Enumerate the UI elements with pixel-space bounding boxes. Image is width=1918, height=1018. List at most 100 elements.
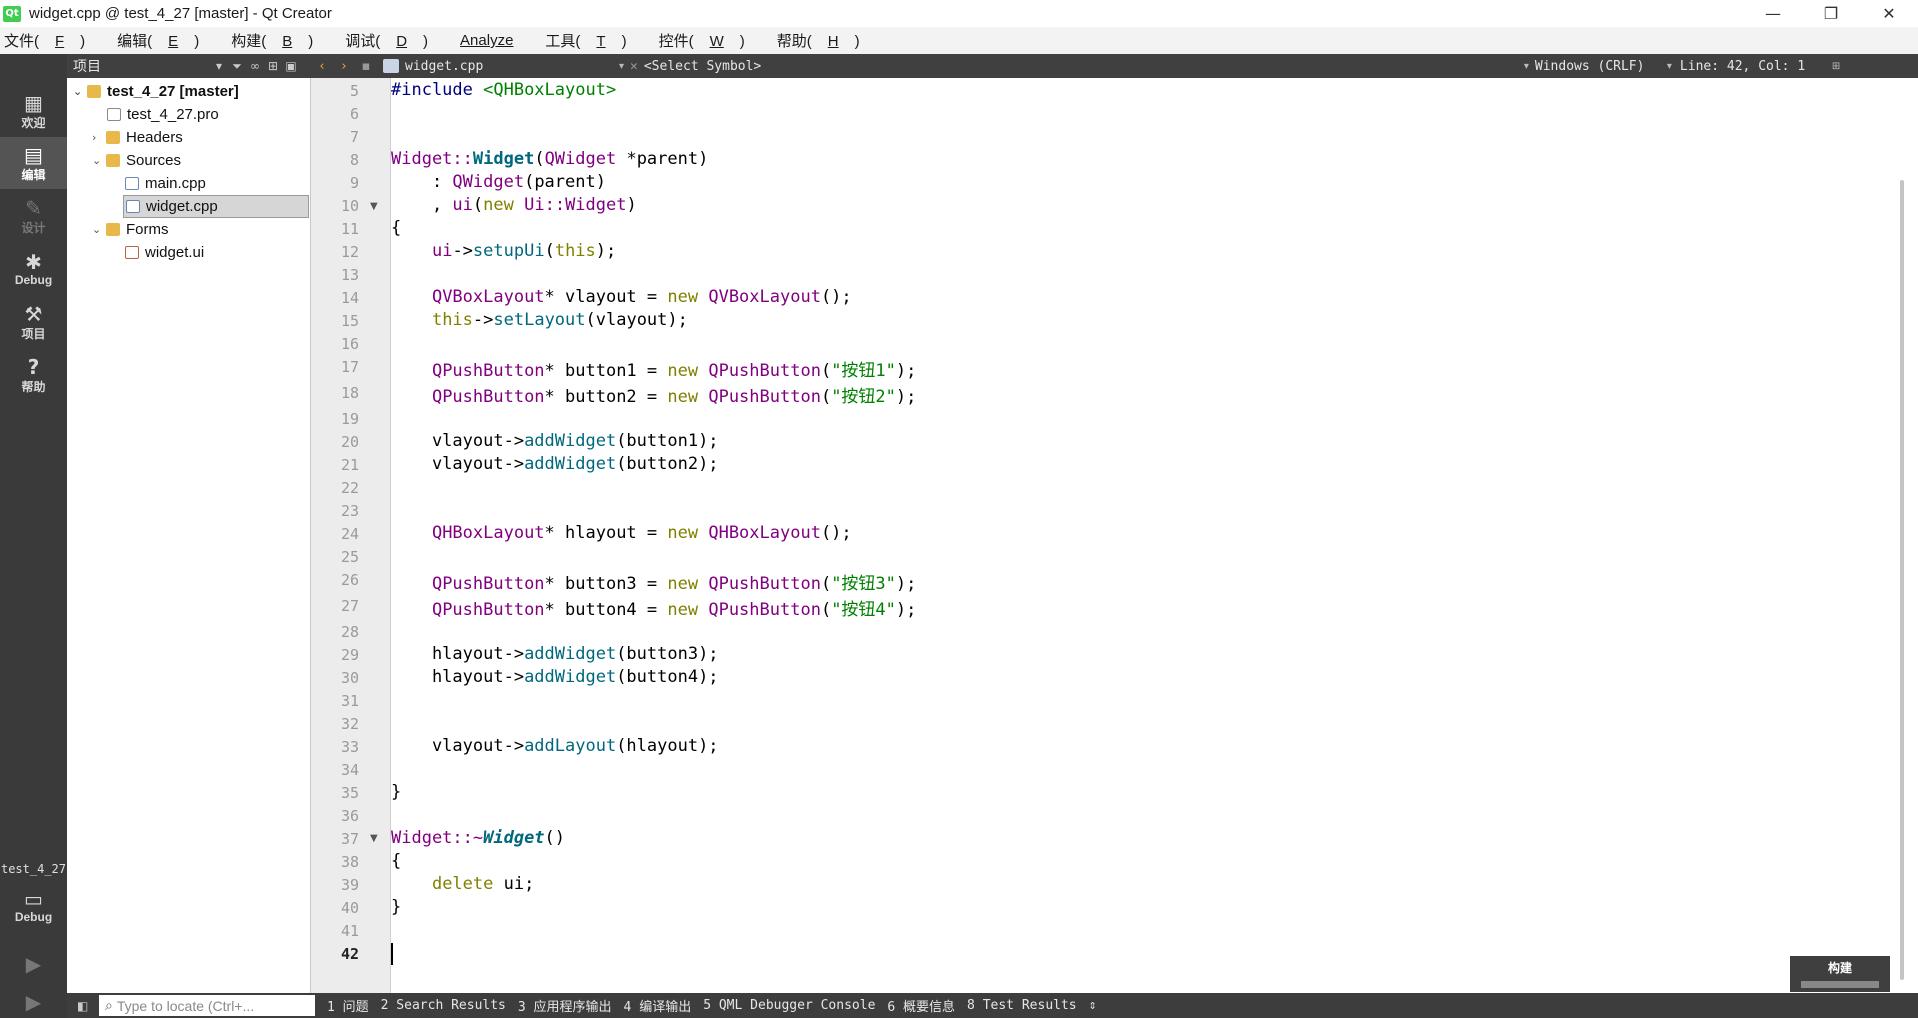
split-editor-icon[interactable]: ⊞ — [1832, 61, 1840, 72]
tree-item-root[interactable]: ⌄ test_4_27 [master] — [73, 80, 239, 103]
menu-widgets[interactable]: 控件(W) — [659, 30, 761, 51]
mode-projects[interactable]: ⚒ 项目 — [0, 296, 67, 348]
cursor-position[interactable]: Line: 42, Col: 1 — [1680, 59, 1830, 74]
tree-item-forms[interactable]: ⌄ Forms — [92, 218, 169, 241]
line-ending-selector[interactable]: Windows (CRLF) — [1535, 59, 1667, 74]
output-pane-qml-debugger-console[interactable]: 5 QML Debugger Console — [703, 998, 875, 1013]
bug-icon: ✱ — [25, 250, 42, 274]
vertical-scrollbar[interactable] — [1900, 180, 1904, 980]
line-number-current: 42 — [340, 945, 359, 963]
pro-file-icon — [107, 108, 121, 121]
line-number: 11 — [340, 220, 359, 238]
window-controls: — ❐ ✕ — [1744, 0, 1918, 27]
line-number: 8 — [349, 151, 359, 169]
tree-item-label: test_4_27.pro — [127, 106, 219, 123]
chevron-down-icon[interactable]: ⌄ — [92, 223, 106, 236]
line-number: 18 — [340, 384, 359, 402]
line-number: 36 — [340, 807, 359, 825]
run-button[interactable]: ▶ — [0, 952, 67, 976]
code-line: { — [391, 851, 402, 871]
menu-edit[interactable]: 编辑(E) — [117, 30, 215, 51]
project-view-selector[interactable]: 项目 — [73, 56, 211, 76]
output-pane-application-output[interactable]: 3 应用程序输出 — [518, 996, 612, 1015]
nav-forward-icon[interactable]: › — [333, 59, 355, 74]
symbol-selector[interactable]: <Select Symbol> — [644, 59, 1524, 74]
output-pane-general-messages[interactable]: 6 概要信息 — [887, 996, 955, 1015]
folder-icon — [106, 223, 120, 236]
title-bar: Qt widget.cpp @ test_4_27 [master] - Qt … — [0, 0, 1918, 27]
mode-design[interactable]: ✎ 设计 — [0, 190, 67, 242]
code-line: hlayout->addWidget(button4); — [391, 667, 719, 687]
fold-arrow-icon[interactable]: ▼ — [370, 833, 378, 844]
tree-item-label: Headers — [126, 129, 183, 146]
line-number: 37 — [340, 830, 359, 848]
line-number: 16 — [340, 335, 359, 353]
code-line: { — [391, 218, 402, 238]
output-pane-compile-output[interactable]: 4 编译输出 — [624, 996, 692, 1015]
tree-item-widget-ui[interactable]: widget.ui — [125, 241, 204, 264]
mode-edit[interactable]: ▤ 编辑 — [0, 137, 67, 189]
minimize-button[interactable]: — — [1744, 0, 1802, 27]
dropdown-arrow-icon[interactable]: ▾ — [1524, 61, 1529, 72]
kit-selector[interactable]: ▭ Debug — [0, 880, 67, 932]
chevron-down-icon[interactable]: ⌄ — [92, 154, 106, 167]
menu-analyze[interactable]: Analyze — [460, 32, 529, 49]
close-document-icon[interactable]: ✕ — [630, 59, 638, 74]
line-number: 30 — [340, 669, 359, 687]
code-line: QPushButton* button1 = new QPushButton("… — [431, 361, 917, 381]
line-number: 14 — [340, 289, 359, 307]
output-pane-test-results[interactable]: 8 Test Results — [967, 998, 1077, 1013]
open-document-selector[interactable]: widget.cpp — [405, 59, 619, 74]
menu-build[interactable]: 构建(B) — [231, 30, 329, 51]
menu-file[interactable]: 文件(F) — [4, 30, 101, 51]
code-line: ui->setupUi(this); — [431, 241, 617, 261]
output-pane-issues[interactable]: 1 问题 — [327, 996, 369, 1015]
line-number: 13 — [340, 266, 359, 284]
split-icon[interactable]: ⊞ — [265, 59, 281, 73]
line-number: 38 — [340, 853, 359, 871]
tree-item-sources[interactable]: ⌄ Sources — [92, 149, 181, 172]
code-line: QVBoxLayout* vlayout = new QVBoxLayout()… — [431, 287, 852, 307]
fold-arrow-icon[interactable]: ▼ — [370, 201, 378, 212]
tree-item-pro-file[interactable]: test_4_27.pro — [107, 103, 219, 126]
close-pane-icon[interactable]: ▣ — [283, 59, 299, 73]
mode-edit-label: 编辑 — [21, 167, 46, 182]
line-number: 28 — [340, 623, 359, 641]
line-number: 29 — [340, 646, 359, 664]
restore-button[interactable]: ❐ — [1802, 0, 1860, 27]
dropdown-arrow-icon[interactable]: ▾ — [1667, 61, 1672, 72]
tree-item-main-cpp[interactable]: main.cpp — [125, 172, 206, 195]
chevron-right-icon[interactable]: › — [92, 131, 106, 144]
tree-item-label: Forms — [126, 221, 169, 238]
line-number: 21 — [340, 456, 359, 474]
document-edit-icon: ▤ — [24, 142, 43, 167]
line-number: 33 — [340, 738, 359, 756]
project-panel-toolbar: 项目 ▾ ⏷ ∞ ⊞ ▣ — [67, 54, 311, 78]
close-button[interactable]: ✕ — [1860, 0, 1918, 27]
line-number: 23 — [340, 502, 359, 520]
sidebar-toggle-icon[interactable]: ◧ — [77, 999, 88, 1013]
more-panes-icon[interactable]: ⇕ — [1089, 998, 1097, 1013]
folder-icon — [106, 131, 120, 144]
mode-debug[interactable]: ✱ Debug — [0, 243, 67, 295]
monitor-icon: ▭ — [24, 887, 43, 911]
search-icon: ⌕ — [105, 997, 113, 1014]
menu-tools[interactable]: 工具(T) — [545, 30, 642, 51]
chevron-down-icon[interactable]: ⌄ — [73, 85, 87, 98]
menu-help[interactable]: 帮助(H) — [777, 30, 876, 51]
dropdown-arrow-icon[interactable]: ▾ — [211, 59, 227, 73]
nav-back-icon[interactable]: ‹ — [311, 59, 333, 74]
build-progress-indicator[interactable]: 构建 — [1790, 956, 1890, 992]
dropdown-arrow-icon[interactable]: ▾ — [619, 61, 624, 72]
filter-icon[interactable]: ⏷ — [229, 59, 245, 74]
mode-help[interactable]: ? 帮助 — [0, 349, 67, 401]
tree-item-widget-cpp[interactable]: widget.cpp — [123, 195, 309, 218]
link-icon[interactable]: ∞ — [247, 59, 263, 73]
kit-mode-label: Debug — [14, 910, 53, 924]
tree-item-headers[interactable]: › Headers — [92, 126, 183, 149]
mode-welcome[interactable]: ▦ 欢迎 — [0, 85, 67, 137]
locator-input[interactable]: ⌕ Type to locate (Ctrl+... — [99, 995, 315, 1016]
debug-run-button[interactable]: ▶ — [0, 990, 67, 1014]
output-pane-search-results[interactable]: 2 Search Results — [381, 998, 506, 1013]
menu-debug[interactable]: 调试(D) — [345, 30, 444, 51]
